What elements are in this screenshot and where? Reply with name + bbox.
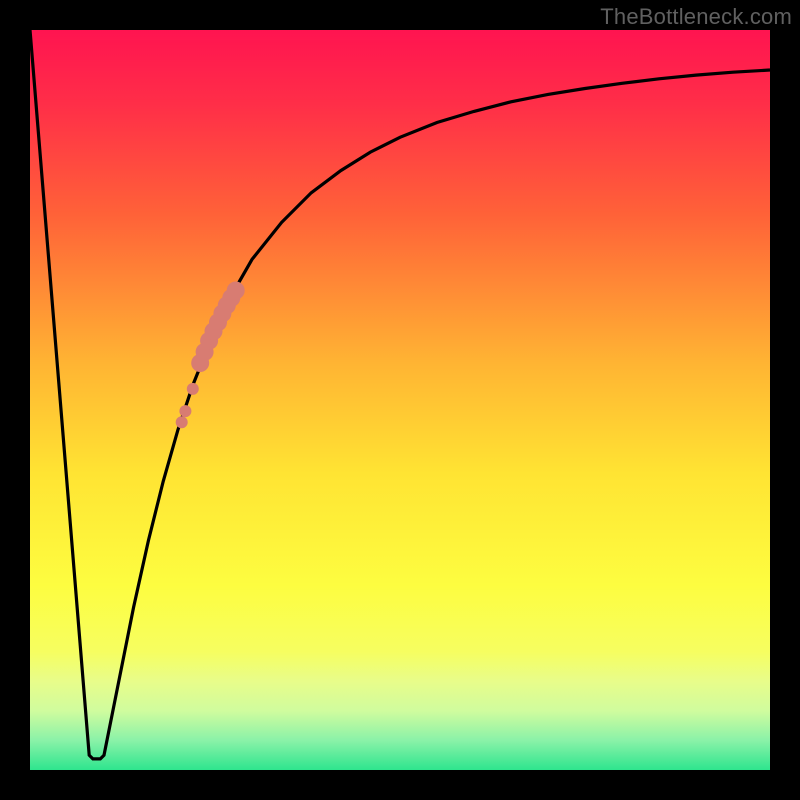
data-marker <box>187 383 199 395</box>
data-marker <box>227 282 245 300</box>
data-marker <box>179 405 191 417</box>
chart-svg <box>30 30 770 770</box>
plot-area <box>30 30 770 770</box>
chart-frame: TheBottleneck.com <box>0 0 800 800</box>
data-marker <box>176 416 188 428</box>
watermark-text: TheBottleneck.com <box>600 4 792 30</box>
gradient-background <box>30 30 770 770</box>
